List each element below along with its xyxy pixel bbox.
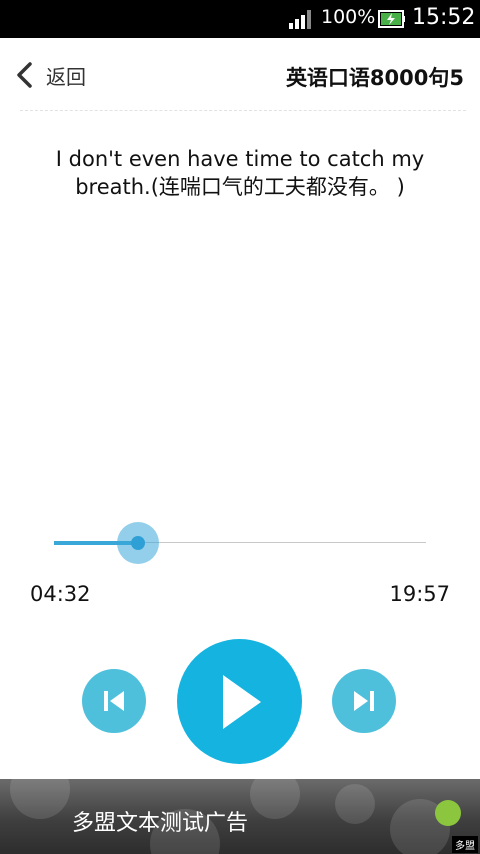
next-track-icon xyxy=(354,691,374,711)
back-label: 返回 xyxy=(46,64,86,89)
page-title: 英语口语8000句5 xyxy=(285,66,464,90)
header: 返回 英语口语8000句5 xyxy=(0,38,480,112)
play-icon xyxy=(222,674,261,729)
back-button[interactable]: 返回 xyxy=(14,60,86,90)
battery-percent: 100% xyxy=(321,6,376,28)
next-button[interactable] xyxy=(332,669,396,733)
chevron-left-icon xyxy=(17,62,32,88)
ad-text: 多盟文本测试广告 xyxy=(72,811,249,836)
ad-banner[interactable]: 多盟文本测试广告 多盟 xyxy=(0,779,480,854)
sentence-text: I don't even have time to catch my breat… xyxy=(55,147,425,199)
previous-button[interactable] xyxy=(82,669,146,733)
progress-thumb[interactable] xyxy=(131,536,145,550)
ad-indicator-dot xyxy=(435,800,461,826)
previous-track-icon xyxy=(104,691,124,711)
bokeh-decoration xyxy=(10,779,70,819)
progress-slider[interactable] xyxy=(54,522,426,564)
elapsed-time: 04:32 xyxy=(30,582,91,606)
play-button[interactable] xyxy=(177,639,302,764)
clock: 15:52 xyxy=(412,5,476,30)
battery-charging-icon xyxy=(378,10,405,28)
ad-corner-label: 多盟 xyxy=(452,836,478,853)
bokeh-decoration xyxy=(335,784,375,824)
total-time: 19:57 xyxy=(389,582,450,606)
bokeh-decoration xyxy=(250,779,300,819)
signal-icon xyxy=(289,10,311,29)
header-divider xyxy=(20,110,466,111)
status-bar: 100% 15:52 xyxy=(0,0,480,38)
